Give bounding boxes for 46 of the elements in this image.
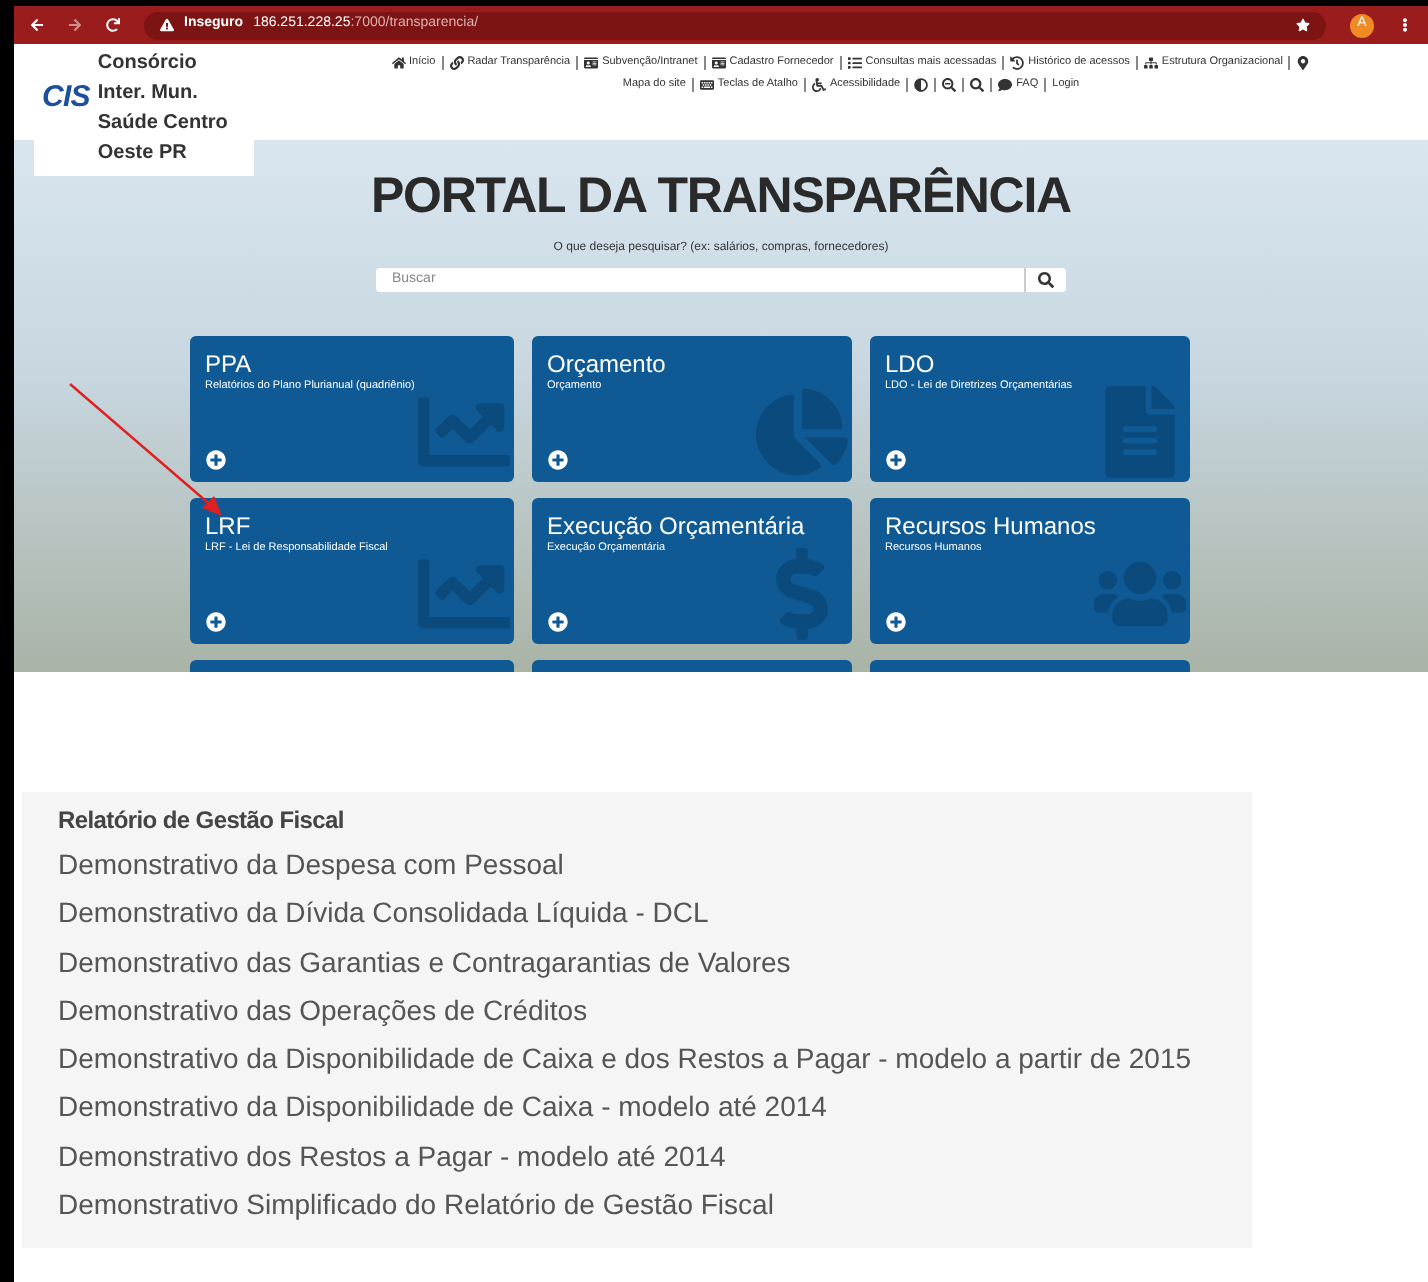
report-link[interactable]: Demonstrativo da Disponibilidade de Caixa e dos Restos a Pagar - modelo a partir de 2015: [58, 1034, 1228, 1083]
back-icon[interactable]: [30, 18, 44, 32]
logo-mark[interactable]: CIS: [42, 76, 90, 121]
id-card-icon: [711, 56, 726, 70]
reload-icon[interactable]: [106, 18, 120, 32]
bookmark-star-icon[interactable]: [1296, 18, 1310, 32]
pie-chart-icon: [755, 386, 847, 478]
zoom-out-icon[interactable]: [942, 78, 957, 92]
list-icon: [847, 56, 862, 70]
plus-icon[interactable]: [205, 612, 225, 632]
report-link[interactable]: Demonstrativo dos Restos a Pagar - modelo até 2014: [58, 1131, 1228, 1181]
search-icon[interactable]: [970, 78, 985, 92]
map-pin-icon[interactable]: [1296, 56, 1311, 70]
plus-icon[interactable]: [547, 450, 567, 470]
card-title: PPA: [205, 350, 254, 378]
plus-icon[interactable]: [547, 612, 567, 632]
id-card-icon: [584, 56, 599, 70]
card-title: Recursos Humanos: [885, 512, 1098, 540]
report-link[interactable]: Demonstrativo da Disponibilidade de Caixa - modelo até 2014: [58, 1082, 1228, 1132]
speech-bubble-icon: [998, 78, 1013, 92]
keyboard-icon: [699, 78, 714, 92]
sitemap-icon: [1143, 56, 1158, 70]
plus-icon[interactable]: [885, 450, 905, 470]
contrast-icon[interactable]: [914, 78, 929, 92]
report-link[interactable]: Demonstrativo da Dívida Consolidada Líquida - DCL: [58, 888, 1228, 938]
report-link[interactable]: Demonstrativo das Operações de Créditos: [58, 985, 1228, 1035]
link-icon: [449, 56, 464, 70]
card-title: Execução Orçamentária: [547, 512, 807, 540]
warning-icon: [160, 18, 174, 32]
plus-icon[interactable]: [885, 612, 905, 632]
menu-icon[interactable]: [1398, 18, 1412, 32]
report-link[interactable]: Demonstrativo das Garantias e Contragarantias de Valores: [58, 937, 1228, 986]
report-link[interactable]: Demonstrativo da Despesa com Pessoal: [58, 840, 1228, 889]
portal-title: PORTAL DA TRANSPARÊNCIA: [371, 172, 1071, 222]
search-icon: [1038, 272, 1054, 288]
home-icon: [391, 56, 406, 70]
card-title: LDO: [885, 350, 937, 378]
list-heading: Relatório de Gestão Fiscal: [58, 804, 346, 838]
history-icon: [1010, 56, 1025, 70]
card-title: LRF: [205, 512, 253, 540]
organization-name: Consórcio Inter. Mun. Saúde Centro Oeste PR: [97, 50, 230, 168]
search-button[interactable]: [1026, 268, 1066, 292]
plus-icon[interactable]: [205, 450, 225, 470]
card-title: Orçamento: [547, 350, 668, 378]
report-link[interactable]: Demonstrativo Simplificado do Relatório de Gestão Fiscal: [58, 1180, 1228, 1229]
wheelchair-icon: [811, 78, 826, 92]
